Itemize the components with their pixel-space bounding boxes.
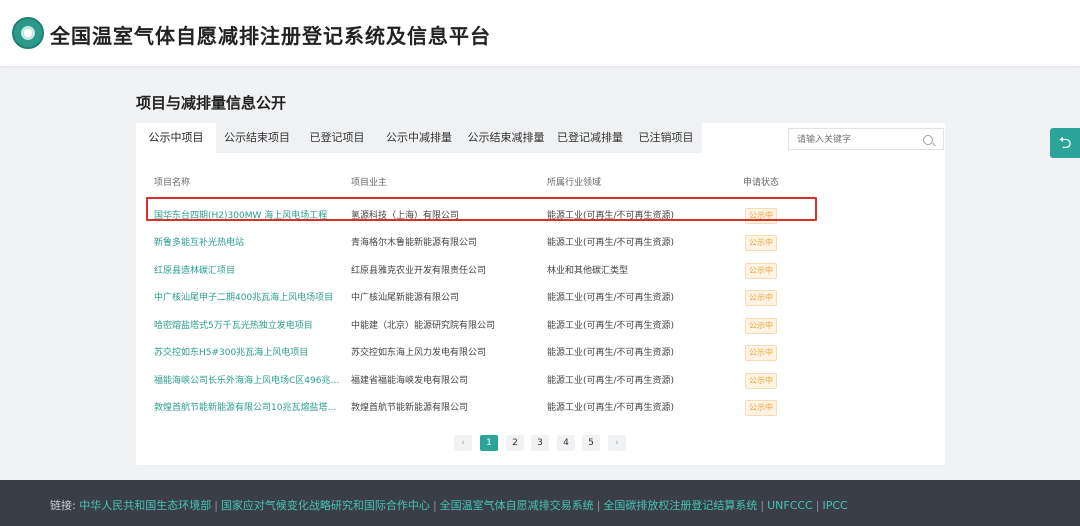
projects-card: 公示中项目 公示结束项目 已登记项目 公示中减排量 公示结束减排量 已登记减排量… (136, 123, 945, 465)
tab-public-reductions[interactable]: 公示中减排量 (376, 123, 462, 153)
logo-icon (12, 17, 44, 49)
table-row[interactable]: 中广核汕尾甲子二期400兆瓦海上风电场项目 中广核汕尾新能源有限公司 能源工业(… (148, 285, 934, 311)
project-sector: 能源工业(可再生/不可再生资源) (547, 211, 675, 221)
status-badge: 公示中 (745, 235, 777, 251)
footer-link-ncsc[interactable]: 国家应对气候变化战略研究和国际合作中心 (221, 499, 430, 512)
site-title: 全国温室气体自愿减排注册登记系统及信息平台 (50, 24, 491, 48)
tab-cancelled-projects[interactable]: 已注销项目 (630, 123, 702, 153)
next-page-button[interactable]: › (608, 435, 626, 451)
project-sector: 能源工业(可再生/不可再生资源) (547, 293, 675, 303)
footer-link-ipcc[interactable]: IPCC (822, 499, 847, 512)
tab-public-projects[interactable]: 公示中项目 (136, 123, 216, 153)
project-sector: 能源工业(可再生/不可再生资源) (547, 403, 675, 413)
project-name-link[interactable]: 新鲁多能互补光热电站 (154, 235, 340, 248)
search-input[interactable] (795, 131, 919, 149)
return-arrow-icon[interactable]: ⮌ (1050, 128, 1080, 158)
project-name-link[interactable]: 福能海峡公司长乐外海海上风电场C区496兆瓦项目 (154, 373, 340, 386)
project-owner: 中能建（北京）能源研究院有限公司 (351, 321, 496, 331)
footer-links: 链接: 中华人民共和国生态环境部 | 国家应对气候变化战略研究和国际合作中心 | 全国温… (50, 497, 848, 513)
project-name-link[interactable]: 苏交控如东H5#300兆瓦海上风电项目 (154, 345, 340, 358)
project-name-link[interactable]: 中广核汕尾甲子二期400兆瓦海上风电场项目 (154, 290, 340, 303)
project-sector: 能源工业(可再生/不可再生资源) (547, 238, 675, 248)
search-icon[interactable] (923, 135, 933, 145)
footer-separator: | (432, 499, 437, 512)
status-badge: 公示中 (745, 263, 777, 279)
status-badge: 公示中 (745, 400, 777, 416)
page-title: 项目与减排量信息公开 (136, 94, 287, 112)
table-header: 项目名称 项目业主 所属行业领域 申请状态 (136, 175, 945, 191)
project-sector: 能源工业(可再生/不可再生资源) (547, 376, 675, 386)
project-sector: 能源工业(可再生/不可再生资源) (547, 348, 675, 358)
footer-separator: | (760, 499, 765, 512)
table-row[interactable]: 敦煌首航节能新能源有限公司10兆瓦熔盐塔式光热电站项目 敦煌首航节能新能源有限公… (148, 395, 934, 421)
page-button-5[interactable]: 5 (582, 435, 600, 451)
col-header-sector: 所属行业领域 (547, 178, 602, 188)
table-row[interactable]: 苏交控如东H5#300兆瓦海上风电项目 苏交控如东海上风力发电有限公司 能源工业… (148, 340, 934, 366)
page-button-2[interactable]: 2 (506, 435, 524, 451)
footer-link-ets-registry[interactable]: 全国碳排放权注册登记结算系统 (603, 499, 757, 512)
footer-separator: | (815, 499, 820, 512)
project-sector: 能源工业(可再生/不可再生资源) (547, 321, 675, 331)
project-owner: 氢源科技（上海）有限公司 (351, 211, 460, 221)
project-name-link[interactable]: 哈密熔盐塔式5万千瓦光热独立发电项目 (154, 318, 340, 331)
project-owner: 中广核汕尾新能源有限公司 (351, 293, 460, 303)
tab-public-ended-reductions[interactable]: 公示结束减排量 (462, 123, 550, 153)
status-badge: 公示中 (745, 373, 777, 389)
search-box (788, 128, 944, 150)
footer-link-mee[interactable]: 中华人民共和国生态环境部 (79, 499, 211, 512)
status-badge: 公示中 (745, 345, 777, 361)
site-header: 全国温室气体自愿减排注册登记系统及信息平台 (0, 0, 1080, 67)
footer-separator: | (214, 499, 218, 512)
tab-registered-projects[interactable]: 已登记项目 (298, 123, 376, 153)
table-row[interactable]: 哈密熔盐塔式5万千瓦光热独立发电项目 中能建（北京）能源研究院有限公司 能源工业… (148, 313, 934, 339)
table-row[interactable]: 新鲁多能互补光热电站 青海格尔木鲁能新能源有限公司 能源工业(可再生/不可再生资… (148, 230, 934, 256)
footer-link-unfccc[interactable]: UNFCCC (767, 499, 813, 512)
footer-separator: | (596, 499, 601, 512)
status-badge: 公示中 (745, 290, 777, 306)
project-owner: 敦煌首航节能新能源有限公司 (351, 403, 469, 413)
page-button-4[interactable]: 4 (557, 435, 575, 451)
project-owner: 红原县雅克农业开发有限责任公司 (351, 266, 487, 276)
table-row[interactable]: 福能海峡公司长乐外海海上风电场C区496兆瓦项目 福建省福能海峡发电有限公司 能… (148, 368, 934, 394)
project-name-link[interactable]: 国华东台四期(H2)300MW 海上风电场工程 (154, 208, 340, 221)
status-badge: 公示中 (745, 208, 777, 224)
tab-registered-reductions[interactable]: 已登记减排量 (550, 123, 630, 153)
col-header-owner: 项目业主 (351, 178, 388, 188)
table-row[interactable]: 红原县造林碳汇项目 红原县雅克农业开发有限责任公司 林业和其他碳汇类型 公示中 (148, 258, 934, 284)
table-row[interactable]: 国华东台四期(H2)300MW 海上风电场工程 氢源科技（上海）有限公司 能源工… (148, 203, 934, 229)
tab-public-ended-projects[interactable]: 公示结束项目 (216, 123, 298, 153)
footer-link-ccer-trading[interactable]: 全国温室气体自愿减排交易系统 (440, 499, 594, 512)
col-header-status: 申请状态 (743, 178, 780, 188)
tab-bar: 公示中项目 公示结束项目 已登记项目 公示中减排量 公示结束减排量 已登记减排量… (136, 123, 702, 153)
project-name-link[interactable]: 敦煌首航节能新能源有限公司10兆瓦熔盐塔式光热电站项目 (154, 400, 340, 413)
prev-page-button[interactable]: ‹ (454, 435, 472, 451)
project-owner: 福建省福能海峡发电有限公司 (351, 376, 469, 386)
page-button-1[interactable]: 1 (480, 435, 498, 451)
col-header-name: 项目名称 (154, 178, 191, 188)
project-owner: 苏交控如东海上风力发电有限公司 (351, 348, 487, 358)
site-footer: 链接: 中华人民共和国生态环境部 | 国家应对气候变化战略研究和国际合作中心 | 全国温… (0, 480, 1080, 526)
project-owner: 青海格尔木鲁能新能源有限公司 (351, 238, 478, 248)
project-name-link[interactable]: 红原县造林碳汇项目 (154, 263, 340, 276)
status-badge: 公示中 (745, 318, 777, 334)
footer-label: 链接: (50, 499, 76, 512)
page-button-3[interactable]: 3 (531, 435, 549, 451)
project-sector: 林业和其他碳汇类型 (547, 266, 629, 276)
